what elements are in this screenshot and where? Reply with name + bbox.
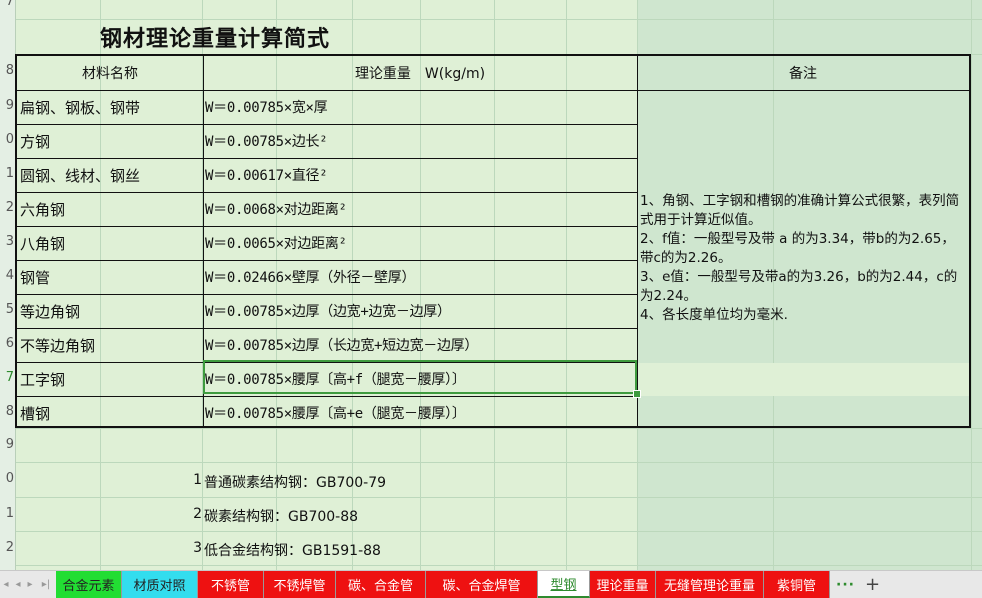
sheet-title: 钢材理论重量计算简式 (100, 26, 331, 52)
formula-cell[interactable]: W＝0.00617×直径² (203, 158, 637, 192)
row-number[interactable]: 2 (0, 531, 14, 565)
material-name-cell[interactable]: 等边角钢 (17, 294, 203, 328)
row-number[interactable]: 6 (0, 327, 14, 361)
formula-cell[interactable]: W＝0.00785×边长² (203, 124, 637, 158)
row-number[interactable]: 1 (0, 157, 14, 191)
note-line: 1、角钢、工字钢和槽钢的准确计算公式很繁，表列简式用于计算近似值。 (640, 193, 960, 228)
material-name-cell[interactable]: 八角钢 (17, 226, 203, 260)
row-header[interactable]: 7890123456789012 (0, 0, 16, 570)
row-number[interactable]: 9 (0, 89, 14, 123)
row-number[interactable]: 8 (0, 54, 14, 88)
first-sheet-icon[interactable]: ◂ (0, 571, 12, 598)
standard-item[interactable]: 3 低合金结构钢：GB1591-88 (188, 540, 381, 560)
prev-sheet-icon[interactable]: ◂ (12, 571, 24, 598)
row-number[interactable]: 4 (0, 259, 14, 293)
formula-cell[interactable]: W＝0.00785×宽×厚 (203, 90, 637, 124)
sheet-tab[interactable]: 碳、合金管 (336, 571, 426, 598)
row-number[interactable]: 1 (0, 497, 14, 531)
material-name-cell[interactable]: 钢管 (17, 260, 203, 294)
material-name-cell[interactable]: 六角钢 (17, 192, 203, 226)
row-number[interactable]: 9 (0, 428, 14, 462)
standard-text: 低合金结构钢：GB1591-88 (204, 543, 381, 559)
next-sheet-icon[interactable]: ▸ (24, 571, 36, 598)
note-line: 3、e值：一般型号及带a的为3.26，b的为2.44，c的为2.24。 (640, 269, 958, 304)
material-name-cell[interactable]: 槽钢 (17, 396, 203, 430)
sheet-tabs: 合金元素 材质对照 不锈管 不锈焊管 碳、合金管 碳、合金焊管 型钢 理论重量 无缝管理论重量紫… (56, 571, 830, 598)
last-sheet-icon[interactable]: ▸| (36, 571, 56, 598)
standard-number: 1 (193, 472, 202, 488)
selected-cell[interactable] (203, 360, 637, 394)
sheet-tab[interactable]: 无缝管理论重量 (656, 571, 764, 598)
header-note[interactable]: 备注 (637, 56, 969, 90)
row-number[interactable]: 2 (0, 191, 14, 225)
formula-cell[interactable]: W＝0.0065×对边距离² (203, 226, 637, 260)
row-number[interactable]: 8 (0, 395, 14, 429)
row-number[interactable]: 7 (0, 361, 14, 395)
fill-handle[interactable] (633, 390, 641, 398)
header-theoretical-weight[interactable]: 理论重量 W(kg/m) (203, 56, 637, 90)
note-line: 4、各长度单位均为毫米. (640, 307, 788, 323)
material-name-cell[interactable]: 圆钢、线材、钢丝 (17, 158, 203, 192)
row-number[interactable]: 3 (0, 225, 14, 259)
standard-text: 碳素结构钢：GB700-88 (204, 509, 359, 525)
header-material-name[interactable]: 材料名称 (17, 56, 203, 90)
sheet-tab[interactable]: 紫铜管 (764, 571, 830, 598)
row-number[interactable]: 0 (0, 123, 14, 157)
material-name-cell[interactable]: 方钢 (17, 124, 203, 158)
formula-cell[interactable]: W＝0.00785×腰厚〔高+e（腿宽－腰厚）〕 (203, 396, 637, 430)
formula-cell[interactable]: W＝0.0068×对边距离² (203, 192, 637, 226)
sheet-tab[interactable]: 型钢 (538, 571, 590, 598)
sheet-tab[interactable]: 不锈管 (198, 571, 264, 598)
sheet-tab[interactable]: 不锈焊管 (264, 571, 336, 598)
standard-number: 2 (193, 506, 202, 522)
standard-text: 普通碳素结构钢：GB700-79 (204, 475, 387, 491)
material-name-cell[interactable]: 扁钢、钢板、钢带 (17, 90, 203, 124)
row-number[interactable]: 5 (0, 293, 14, 327)
row-number[interactable]: 0 (0, 462, 14, 496)
sheet-tab[interactable]: 合金元素 (56, 571, 122, 598)
standard-item[interactable]: 1 普通碳素结构钢：GB700-79 (188, 472, 386, 492)
more-tabs-icon[interactable]: ··· (830, 571, 861, 598)
sheet-tab-bar: ◂ ◂ ▸ ▸| 合金元素 材质对照 不锈管 不锈焊管 碳、合金管 碳、合金焊管 型钢 理论重… (0, 570, 982, 598)
add-sheet-icon[interactable]: + (861, 571, 884, 598)
standard-item[interactable]: 2 碳素结构钢：GB700-88 (188, 506, 358, 526)
spreadsheet-grid[interactable]: 7890123456789012 钢材理论重量计算简式 材料名称 理论重量 W(k… (0, 0, 982, 570)
sheet-tab[interactable]: 碳、合金焊管 (426, 571, 538, 598)
note-cell[interactable]: 1、角钢、工字钢和槽钢的准确计算公式很繁，表列简式用于计算近似值。 2、f值：一般… (638, 90, 970, 360)
row-number[interactable]: 7 (0, 0, 14, 19)
formula-cell[interactable]: W＝0.02466×壁厚（外径－壁厚） (203, 260, 637, 294)
material-name-cell[interactable]: 不等边角钢 (17, 328, 203, 362)
note-line: 2、f值：一般型号及带 a 的为3.34，带b的为2.65，带c的为2.26。 (640, 231, 955, 266)
formula-cell[interactable]: W＝0.00785×边厚（长边宽+短边宽－边厚） (203, 328, 637, 362)
formula-cell[interactable]: W＝0.00785×边厚（边宽+边宽－边厚） (203, 294, 637, 328)
sheet-tab[interactable]: 理论重量 (590, 571, 656, 598)
standard-number: 3 (193, 540, 202, 556)
sheet-tab[interactable]: 材质对照 (122, 571, 198, 598)
material-name-cell[interactable]: 工字钢 (17, 362, 203, 396)
